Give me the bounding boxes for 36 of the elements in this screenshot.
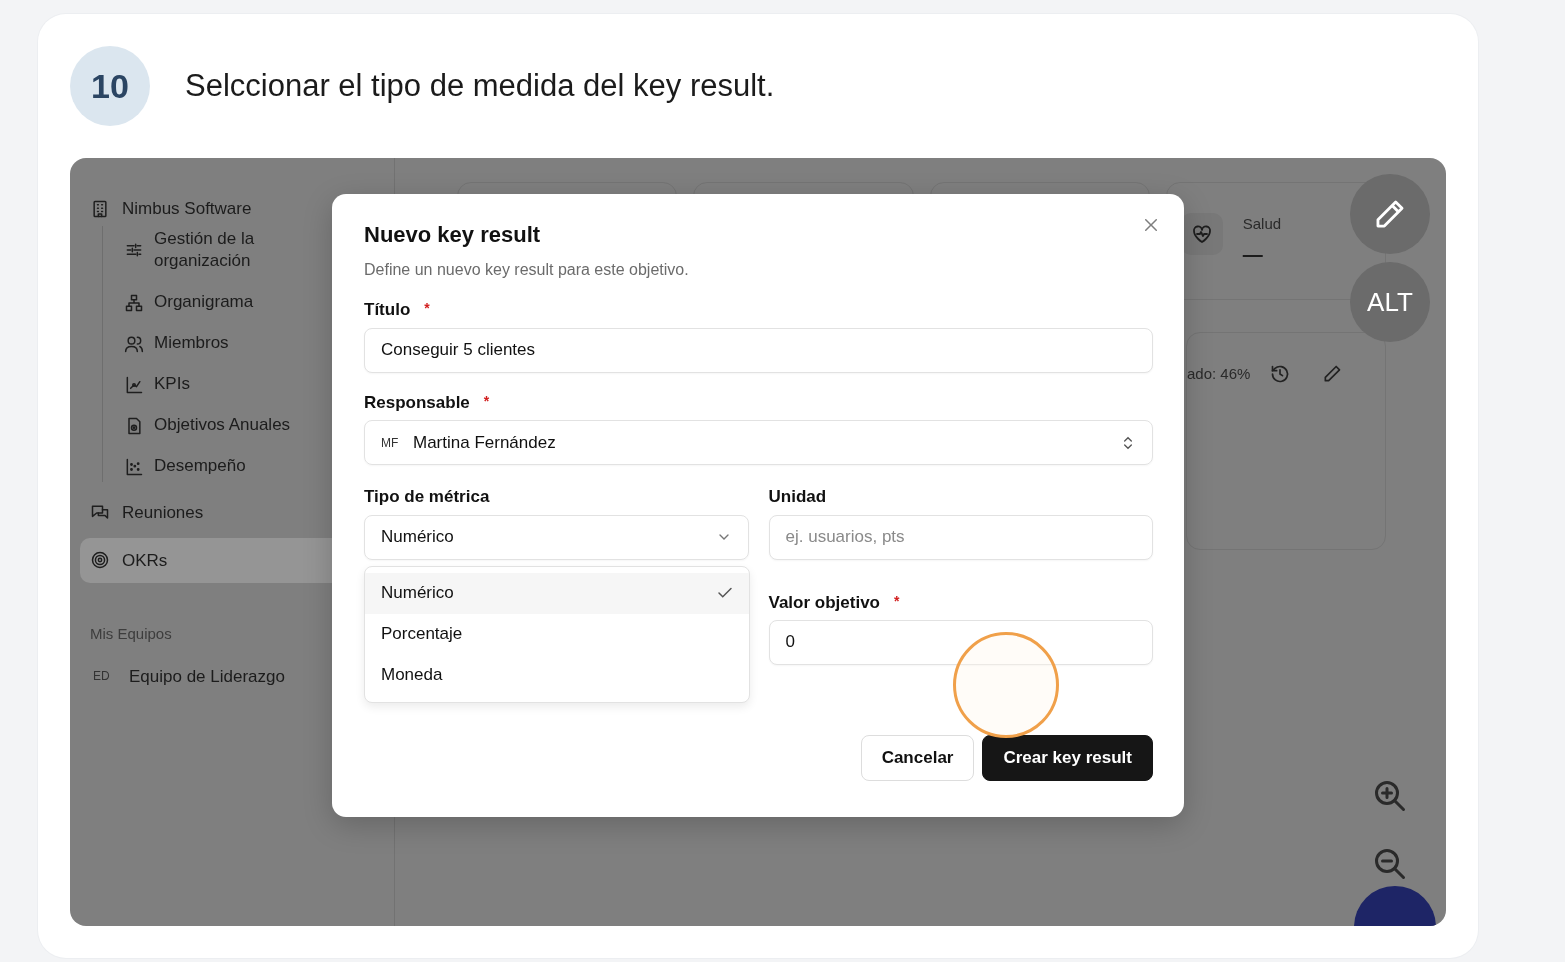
field-label: Unidad bbox=[768, 487, 827, 508]
org-chart-icon bbox=[124, 292, 144, 313]
team-initials: ED bbox=[93, 668, 111, 686]
alt-button[interactable]: ALT bbox=[1350, 262, 1430, 342]
building-icon bbox=[90, 198, 110, 219]
metric-select[interactable]: Numérico bbox=[364, 514, 749, 560]
field-label: Tipo de métrica bbox=[364, 487, 490, 508]
dialog-subtitle: Define un nuevo key result para este objetivo. bbox=[364, 260, 690, 281]
zoom-in-icon[interactable] bbox=[1372, 778, 1408, 814]
create-button[interactable]: Crear key result bbox=[982, 734, 1153, 781]
cancel-button[interactable]: Cancelar bbox=[860, 734, 975, 781]
field-label: Valor objetivo bbox=[768, 592, 880, 613]
chart-icon bbox=[124, 374, 144, 395]
required-asterisk: * bbox=[894, 592, 900, 611]
zoom-out-icon[interactable] bbox=[1372, 846, 1408, 882]
history-icon[interactable] bbox=[1270, 364, 1291, 385]
dropdown-option[interactable]: Numérico bbox=[365, 572, 749, 614]
dropdown-option[interactable]: Moneda bbox=[365, 654, 749, 696]
field-label: Título bbox=[364, 300, 411, 321]
owner-select[interactable]: MF Martina Fernández bbox=[364, 420, 1153, 466]
unit-input[interactable]: ej. usuarios, pts bbox=[768, 514, 1153, 560]
target-value-input[interactable]: 0 bbox=[768, 619, 1153, 665]
stat-value: — bbox=[1242, 243, 1264, 264]
required-asterisk: * bbox=[424, 300, 430, 319]
dropdown-option[interactable]: Porcentaje bbox=[365, 613, 749, 655]
scatter-chart-icon bbox=[124, 456, 144, 477]
step-instruction: Selccionar el tipo de medida del key result. bbox=[185, 66, 775, 105]
target-icon bbox=[90, 550, 110, 571]
progress-text: ado: 46% bbox=[1187, 364, 1251, 384]
owner-initials: MF bbox=[381, 434, 400, 452]
title-input[interactable]: Conseguir 5 clientes bbox=[364, 327, 1153, 373]
required-asterisk: * bbox=[483, 392, 490, 411]
section-heading: Mis Equipos bbox=[90, 624, 173, 645]
pencil-icon[interactable] bbox=[1322, 364, 1343, 385]
stat-label: Salud bbox=[1242, 214, 1282, 234]
step-number: 10 bbox=[70, 46, 150, 126]
